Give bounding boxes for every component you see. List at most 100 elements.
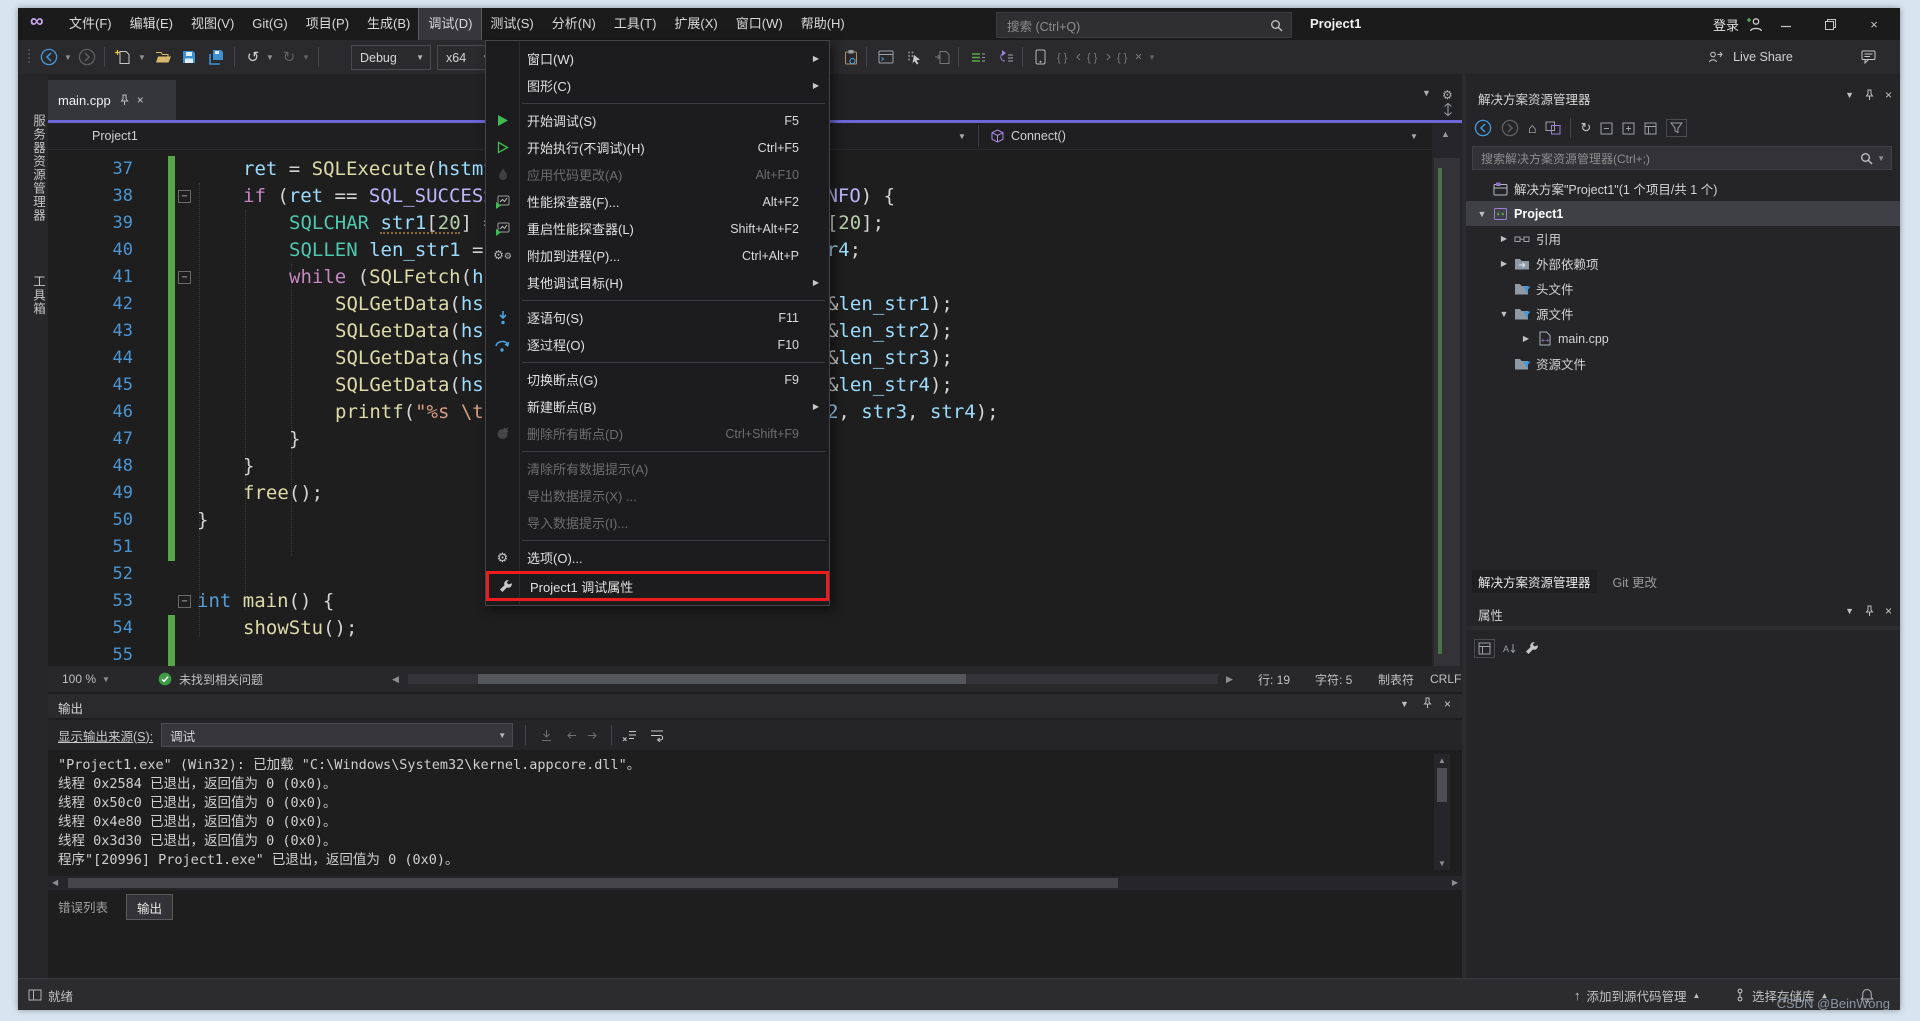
solution-explorer-search[interactable]: 搜索解决方案资源管理器(Ctrl+;) ▼ <box>1472 146 1892 170</box>
expander-closed-icon[interactable]: ▶ <box>1496 259 1512 268</box>
save-all-button[interactable] <box>204 40 230 74</box>
output-vscrollbar[interactable]: ▲ ▼ <box>1434 754 1450 870</box>
document-list-dropdown-icon[interactable]: ▼ <box>1422 88 1431 98</box>
debug-menu-item-8[interactable]: ⚙⚙附加到进程(P)...Ctrl+Alt+P <box>486 242 829 269</box>
toolbar-grip[interactable] <box>24 40 34 74</box>
menubar-item-3[interactable]: Git(G) <box>243 8 296 40</box>
solution-explorer-header[interactable]: 解决方案资源管理器 ▼ × <box>1466 84 1900 110</box>
show-all-files-icon[interactable] <box>1622 122 1635 135</box>
word-wrap-icon[interactable] <box>649 728 665 742</box>
properties-header[interactable]: 属性 ▼ × <box>1466 600 1900 626</box>
quick-search-box[interactable]: 搜索 (Ctrl+Q) <box>996 12 1292 38</box>
scroll-up-icon[interactable]: ▲ <box>1438 756 1446 765</box>
nav-member-dropdown[interactable]: Connect() <box>990 123 1066 149</box>
restore-button[interactable] <box>1808 8 1852 40</box>
scroll-down-icon[interactable]: ▼ <box>1438 859 1446 868</box>
menubar-item-8[interactable]: 分析(N) <box>543 8 605 40</box>
filter-toggle-icon[interactable] <box>1666 119 1687 137</box>
editor-options-icon[interactable]: ⚙ <box>1442 88 1453 102</box>
chevron-down-icon[interactable]: ▼ <box>1877 154 1885 163</box>
close-button[interactable]: × <box>1852 8 1896 40</box>
debug-menu-item-0[interactable]: 窗口(W)▶ <box>486 45 829 72</box>
hscrollbar-thumb[interactable] <box>478 674 966 684</box>
tree-item-7[interactable]: 资源文件 <box>1466 351 1900 376</box>
add-to-source-control-button[interactable]: ↑ 添加到源代码管理 ▲ <box>1574 979 1700 1010</box>
chevron-down-icon[interactable]: ▼ <box>1845 90 1854 100</box>
menubar-item-5[interactable]: 生成(B) <box>358 8 419 40</box>
tree-item-1[interactable]: ▼Project1 <box>1466 201 1900 226</box>
scrollbar-thumb[interactable] <box>1437 768 1447 802</box>
navigate-forward-button[interactable] <box>76 40 98 74</box>
new-project-button[interactable] <box>112 40 134 74</box>
alphabetical-icon[interactable]: A <box>1503 642 1517 655</box>
tree-item-4[interactable]: 头文件 <box>1466 276 1900 301</box>
chevron-down-icon[interactable]: ▼ <box>1400 699 1409 709</box>
menubar-item-10[interactable]: 扩展(X) <box>665 8 726 40</box>
new-item-dropdown[interactable]: ▼ <box>136 40 148 74</box>
expander-closed-icon[interactable]: ▶ <box>1496 234 1512 243</box>
tree-item-3[interactable]: ▶外部依赖项 <box>1466 251 1900 276</box>
attach-snippet-icon[interactable] <box>840 40 862 74</box>
output-text[interactable]: "Project1.exe" (Win32): 已加载 "C:\Windows\… <box>48 754 1428 870</box>
tree-item-5[interactable]: ▼源文件 <box>1466 301 1900 326</box>
menubar-item-11[interactable]: 窗口(W) <box>727 8 792 40</box>
sign-in-button[interactable]: 登录 <box>1713 15 1739 34</box>
debug-menu-item-22[interactable]: ⚙选项(O)... <box>486 544 829 571</box>
live-share-button[interactable]: Live Share <box>1728 40 1798 74</box>
server-explorer-tab[interactable]: 服务器资源管理器 <box>18 88 48 248</box>
switch-views-icon[interactable] <box>1545 121 1561 135</box>
expander-open-icon[interactable]: ▼ <box>1474 209 1490 219</box>
solution-configurations-combo[interactable]: Debug ▼ <box>351 45 431 70</box>
navigate-back-dropdown[interactable]: ▼ <box>62 40 74 74</box>
output-hscrollbar[interactable]: ◀ ▶ <box>48 876 1462 890</box>
save-button[interactable] <box>178 40 200 74</box>
open-file-button[interactable] <box>152 40 174 74</box>
properties-icon[interactable] <box>1644 122 1657 135</box>
undo-button[interactable]: ↺ <box>242 40 264 74</box>
tree-item-0[interactable]: 解决方案"Project1"(1 个项目/共 1 个) <box>1466 176 1900 201</box>
code-line-54[interactable]: 54showStu(); <box>48 615 1432 642</box>
menubar-item-12[interactable]: 帮助(H) <box>792 8 854 40</box>
immediate-window-icon[interactable] <box>874 40 898 74</box>
chevron-down-icon[interactable]: ▼ <box>1845 606 1854 616</box>
debug-menu-item-1[interactable]: 图形(C)▶ <box>486 72 829 99</box>
fold-marker[interactable]: − <box>178 190 191 203</box>
navigate-back-button[interactable] <box>38 40 60 74</box>
menubar-item-0[interactable]: 文件(F) <box>60 8 121 40</box>
close-icon[interactable]: × <box>1885 88 1892 102</box>
clear-all-icon[interactable] <box>622 729 637 742</box>
menubar-item-7[interactable]: 测试(S) <box>481 8 542 40</box>
toolbox-tab[interactable]: 工具箱 <box>18 260 48 330</box>
debug-menu-item-6[interactable]: 性能探查器(F)...Alt+F2 <box>486 188 829 215</box>
hscrollbar-thumb[interactable] <box>68 878 1118 888</box>
debug-menu-item-7[interactable]: 重启性能探查器(L)Shift+Alt+F2 <box>486 215 829 242</box>
menubar-item-6-open[interactable]: 调试(D) <box>419 8 481 40</box>
home-icon[interactable]: ⌂ <box>1528 120 1536 136</box>
expander-open-icon[interactable]: ▼ <box>1496 309 1512 319</box>
nav-project-dropdown[interactable]: Project1 <box>92 123 138 149</box>
debug-menu-item-3[interactable]: 开始调试(S)F5 <box>486 107 829 134</box>
tree-item-2[interactable]: ▶引用 <box>1466 226 1900 251</box>
device-icon[interactable] <box>1030 40 1050 74</box>
tab-error-list[interactable]: 错误列表 <box>48 894 118 920</box>
debug-menu-item-14[interactable]: 切换断点(G)F9 <box>486 366 829 393</box>
property-pages-icon[interactable] <box>1525 642 1538 655</box>
live-share-icon[interactable] <box>1706 40 1724 74</box>
debug-menu-item-12[interactable]: 逐过程(O)F10 <box>486 331 829 358</box>
pin-icon[interactable] <box>1422 697 1433 712</box>
code-line-55[interactable]: 55 <box>48 642 1432 666</box>
toolbar-overflow-dropdown[interactable]: ▼ <box>1146 40 1158 74</box>
minimize-button[interactable] <box>1764 8 1808 40</box>
menubar-item-1[interactable]: 编辑(E) <box>121 8 182 40</box>
tree-item-6[interactable]: ▶++main.cpp <box>1466 326 1900 351</box>
scroll-up-icon[interactable]: ▲ <box>1441 129 1450 139</box>
debug-menu-item-15[interactable]: 新建断点(B)▶ <box>486 393 829 420</box>
menubar-item-2[interactable]: 视图(V) <box>182 8 243 40</box>
scrollbar-thumb[interactable] <box>1434 158 1460 678</box>
send-feedback-icon[interactable] <box>1858 40 1878 74</box>
tab-solution-explorer[interactable]: 解决方案资源管理器 <box>1472 570 1597 593</box>
undo-dropdown[interactable]: ▼ <box>264 40 276 74</box>
output-panel-header[interactable]: 输出 ▼ × <box>48 694 1462 718</box>
scroll-right-icon[interactable]: ▶ <box>1452 878 1458 887</box>
pin-icon[interactable] <box>1864 605 1875 617</box>
